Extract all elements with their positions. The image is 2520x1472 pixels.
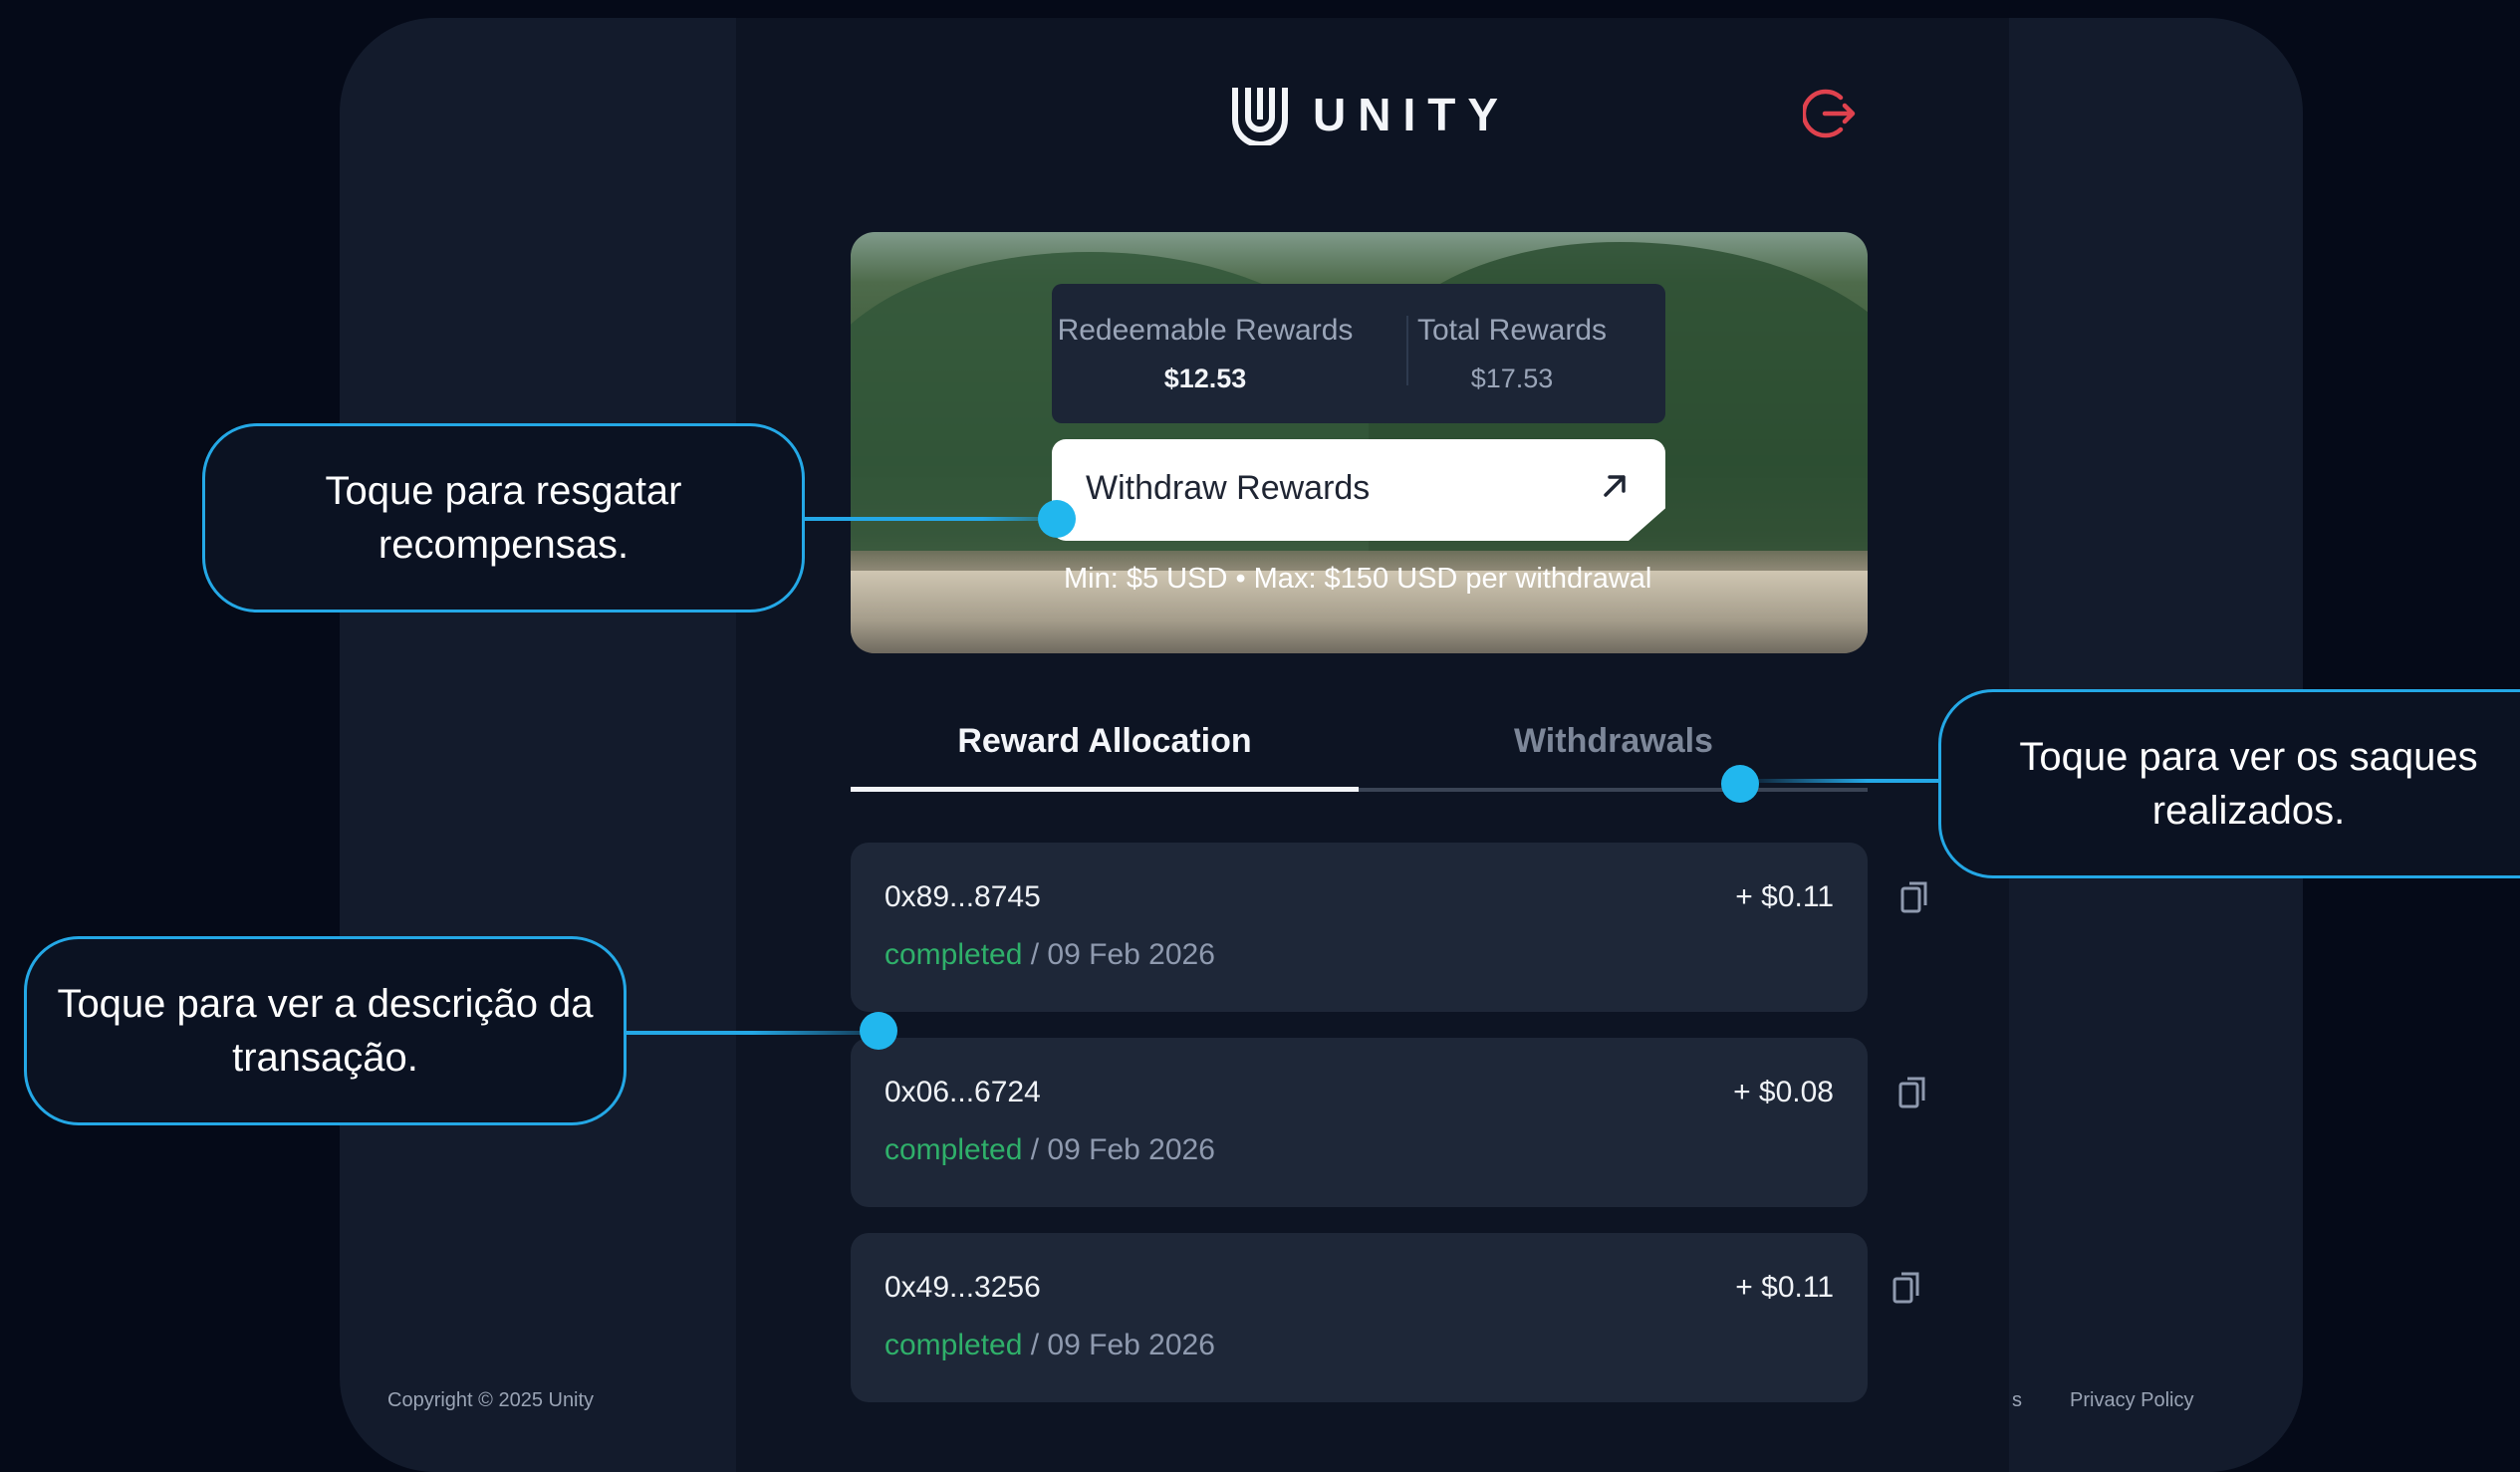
transaction-status-line: completed / 09 Feb 2026 [884, 1329, 1215, 1362]
privacy-policy-link[interactable]: Privacy Policy [2070, 1389, 2193, 1412]
transaction-hash: 0x89...8745 [884, 880, 1041, 913]
copy-icon[interactable] [1892, 1271, 1920, 1305]
brand-name: UNITY [1313, 89, 1510, 140]
tab-active-indicator [851, 787, 1359, 792]
redeemable-rewards: Redeemable Rewards $12.53 [1052, 284, 1359, 423]
withdraw-rewards-label: Withdraw Rewards [1086, 469, 1371, 507]
callout-connector [803, 517, 1060, 521]
copy-icon[interactable] [1900, 880, 1928, 914]
transaction-amount: + $0.08 [1733, 1076, 1834, 1108]
total-rewards-label: Total Rewards [1416, 314, 1608, 347]
rewards-summary: Redeemable Rewards $12.53 Total Rewards … [1052, 284, 1665, 423]
status-completed: completed [884, 938, 1023, 971]
transaction-status-line: completed / 09 Feb 2026 [884, 938, 1215, 972]
tab-reward-allocation[interactable]: Reward Allocation [851, 722, 1359, 761]
status-completed: completed [884, 1133, 1023, 1166]
tab-bar: Reward Allocation Withdrawals [851, 722, 1868, 792]
arrow-up-right-icon [1604, 475, 1626, 497]
transaction-date: / 09 Feb 2026 [1030, 938, 1215, 971]
callout-withdraw: Toque para resgatar recompensas. [202, 423, 805, 613]
transaction-row[interactable]: 0x89...8745 + $0.11 completed / 09 Feb 2… [851, 843, 1927, 1012]
withdraw-rewards-button[interactable]: Withdraw Rewards [1052, 439, 1665, 541]
total-rewards-value: $17.53 [1470, 364, 1554, 393]
hotspot-dot [1721, 765, 1759, 803]
callout-withdrawals-tab: Toque para ver os saques realizados. [1938, 689, 2520, 878]
redeemable-rewards-label: Redeemable Rewards [1057, 314, 1354, 347]
transaction-hash: 0x49...3256 [884, 1271, 1041, 1304]
total-rewards: Total Rewards $17.53 [1359, 284, 1665, 423]
redeemable-rewards-value: $12.53 [1163, 364, 1247, 393]
callout-transaction: Toque para ver a descrição da transação. [24, 936, 627, 1125]
hotspot-dot [860, 1012, 897, 1050]
transaction-status-line: completed / 09 Feb 2026 [884, 1133, 1215, 1167]
unity-u-logo-icon [1232, 88, 1288, 145]
hotspot-dot [1038, 500, 1076, 538]
callout-connector [624, 1031, 881, 1035]
footer-link-partial[interactable]: s [2012, 1389, 2022, 1412]
transaction-row[interactable]: 0x49...3256 + $0.11 completed / 09 Feb 2… [851, 1233, 1919, 1402]
transaction-date: / 09 Feb 2026 [1030, 1329, 1215, 1361]
copy-icon[interactable] [1898, 1076, 1926, 1109]
transaction-hash: 0x06...6724 [884, 1076, 1041, 1108]
transaction-amount: + $0.11 [1735, 1271, 1834, 1304]
transaction-amount: + $0.11 [1735, 880, 1834, 913]
transaction-date: / 09 Feb 2026 [1030, 1133, 1215, 1166]
withdraw-limits: Min: $5 USD • Max: $150 USD per withdraw… [1064, 563, 1652, 595]
logout-icon[interactable] [1803, 86, 1859, 141]
transaction-row[interactable]: 0x06...6724 + $0.08 completed / 09 Feb 2… [851, 1038, 1925, 1207]
tab-withdrawals[interactable]: Withdrawals [1360, 722, 1868, 761]
status-completed: completed [884, 1329, 1023, 1361]
copyright-text: Copyright © 2025 Unity [387, 1389, 595, 1411]
callout-connector [1758, 779, 1940, 783]
